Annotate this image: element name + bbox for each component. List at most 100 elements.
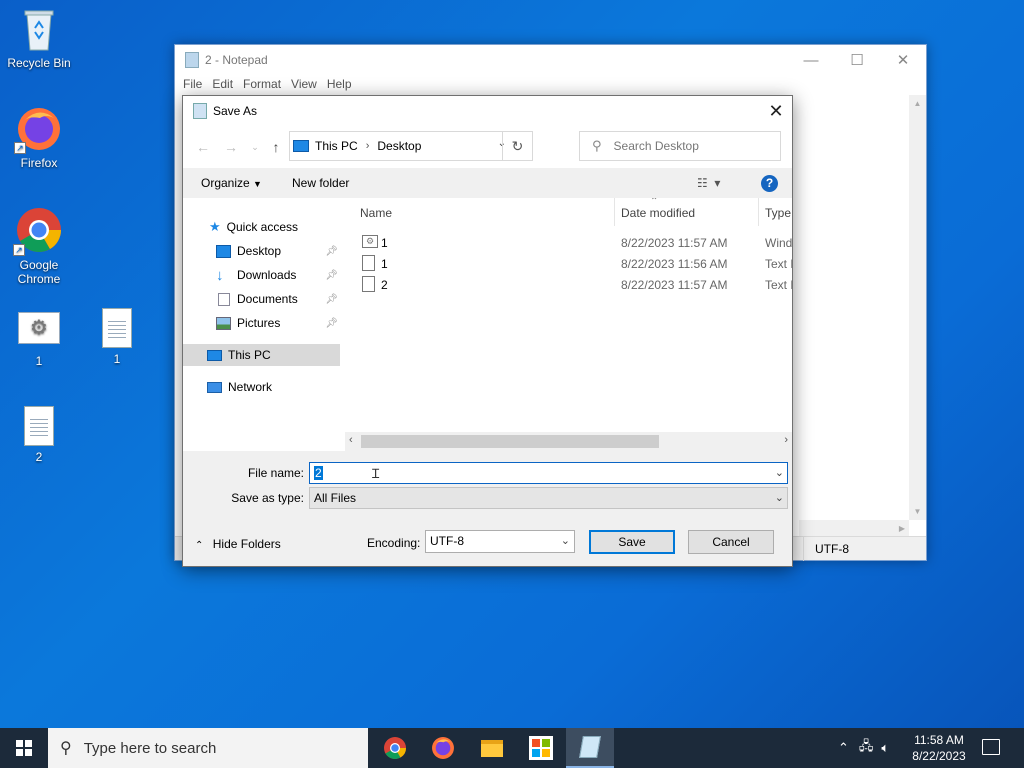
dialog-titlebar[interactable]: Save As xyxy=(183,96,792,126)
new-folder-button[interactable]: New folder xyxy=(292,176,349,190)
up-arrow-icon[interactable]: ↑ xyxy=(266,136,286,158)
menu-format[interactable]: Format xyxy=(241,75,289,95)
network-icon[interactable]: 🖧︎ xyxy=(859,737,874,759)
hide-folders-button[interactable]: ⌃ Hide Folders xyxy=(195,537,281,551)
dialog-command-bar: Organize ▼ New folder ☷ ▾ ? xyxy=(183,168,792,198)
chevron-down-icon[interactable]: ⌄ xyxy=(775,463,784,483)
help-icon[interactable]: ? xyxy=(761,175,778,192)
desktop-icon-file-2-text[interactable]: 2 xyxy=(4,406,74,464)
network-icon xyxy=(207,381,222,393)
nav-item-this-pc[interactable]: This PC xyxy=(183,344,340,366)
file-type: Text D xyxy=(765,257,792,271)
desktop-icon-file-1-config[interactable]: ⚙ 1 xyxy=(4,312,74,368)
forward-arrow-icon[interactable]: → xyxy=(221,136,241,158)
minimize-button[interactable]: — xyxy=(788,45,834,75)
nav-item-pictures[interactable]: Pictures 📌︎ xyxy=(183,312,340,334)
chevron-down-icon[interactable]: ⌄ xyxy=(561,531,570,552)
chevron-up-icon[interactable]: ⌃ xyxy=(838,740,849,756)
desktop-icon-file-1-text[interactable]: 1 xyxy=(82,308,152,366)
column-divider[interactable] xyxy=(614,198,615,226)
notifications-icon[interactable] xyxy=(982,739,1000,755)
file-name: 1 xyxy=(381,257,388,271)
pictures-folder-icon xyxy=(216,316,231,330)
file-name: 1 xyxy=(381,236,388,250)
desktop-icon-recycle-bin[interactable]: Recycle Bin xyxy=(4,8,74,70)
file-name-label: File name: xyxy=(247,466,304,480)
system-clock[interactable]: 11:58 AM 8/22/2023 xyxy=(906,732,972,764)
settings-file-icon: ⚙ xyxy=(362,235,378,248)
breadcrumb-separator-icon[interactable]: › xyxy=(366,140,370,152)
breadcrumb-desktop[interactable]: Desktop xyxy=(377,139,421,153)
column-header-date-modified[interactable]: Date modified xyxy=(621,206,695,220)
close-icon[interactable]: ✕ xyxy=(760,96,792,126)
breadcrumb-this-pc[interactable]: This PC xyxy=(315,139,358,153)
close-button[interactable]: ✕ xyxy=(880,45,926,75)
pin-icon[interactable]: 📌︎ xyxy=(325,294,338,305)
file-row[interactable]: 1 8/22/2023 11:56 AM Text D xyxy=(353,253,792,274)
desktop-icon-firefox[interactable]: ↗ Firefox xyxy=(4,106,74,170)
file-list-horizontal-scrollbar[interactable]: ‹ › xyxy=(345,432,792,451)
scroll-down-arrow-icon[interactable]: ▼ xyxy=(909,503,926,520)
column-header-name[interactable]: Name xyxy=(360,206,392,220)
scroll-up-arrow-icon[interactable]: ▲ xyxy=(909,95,926,112)
nav-label: Pictures xyxy=(237,316,281,330)
save-button[interactable]: Save xyxy=(589,530,675,554)
notepad-horizontal-scrollbar[interactable]: ▶ xyxy=(799,520,909,537)
file-name-input[interactable]: 2 Ɪ ⌄ xyxy=(309,462,788,484)
folder-icon xyxy=(481,739,503,757)
start-button[interactable] xyxy=(0,728,48,768)
save-as-type-select[interactable]: All Files ⌄ xyxy=(309,487,788,509)
taskbar-store[interactable] xyxy=(517,728,565,768)
menu-help[interactable]: Help xyxy=(325,75,360,95)
notepad-vertical-scrollbar[interactable]: ▲ ▼ xyxy=(909,95,926,520)
nav-item-network[interactable]: Network xyxy=(183,376,340,398)
file-date: 8/22/2023 11:56 AM xyxy=(621,257,728,271)
recent-locations-chevron-icon[interactable]: ⌄ xyxy=(245,136,265,158)
organize-button[interactable]: Organize ▼ xyxy=(201,176,262,190)
pin-icon[interactable]: 📌︎ xyxy=(325,318,338,329)
scroll-left-arrow-icon[interactable]: ‹ xyxy=(349,434,353,446)
search-input[interactable]: ⚲ Search Desktop xyxy=(579,131,781,161)
taskbar-search-box[interactable]: ⚲ Type here to search xyxy=(48,728,368,768)
search-placeholder: Search Desktop xyxy=(613,139,699,153)
pin-icon[interactable]: 📌︎ xyxy=(325,246,338,257)
refresh-icon[interactable]: ↻ xyxy=(502,132,532,160)
address-bar[interactable]: This PC › Desktop ⌄ ↻ xyxy=(289,131,533,161)
nav-item-documents[interactable]: Documents 📌︎ xyxy=(183,288,340,310)
nav-item-desktop[interactable]: Desktop 📌︎ xyxy=(183,240,340,262)
hide-folders-label: Hide Folders xyxy=(212,537,281,551)
cancel-button[interactable]: Cancel xyxy=(688,530,774,554)
taskbar-firefox[interactable] xyxy=(419,728,467,768)
organize-label: Organize xyxy=(201,176,250,190)
downloads-folder-icon: ↓ xyxy=(216,266,224,284)
taskbar-chrome[interactable] xyxy=(371,728,419,768)
desktop-icon-chrome[interactable]: ↗ Google Chrome xyxy=(4,206,74,286)
file-row[interactable]: 2 8/22/2023 11:57 AM Text D xyxy=(353,274,792,295)
column-divider[interactable] xyxy=(758,198,759,226)
nav-quick-access[interactable]: ★ Quick access xyxy=(183,216,340,238)
desktop-icon-label: 1 xyxy=(35,354,43,368)
nav-item-downloads[interactable]: ↓ Downloads 📌︎ xyxy=(183,264,340,286)
menu-view[interactable]: View xyxy=(289,75,325,95)
menu-file[interactable]: File xyxy=(181,75,210,95)
scrollbar-thumb[interactable] xyxy=(361,435,659,448)
file-name-value: 2 xyxy=(314,466,323,480)
recycle-bin-icon xyxy=(19,8,59,52)
file-row[interactable]: ⚙ 1 8/22/2023 11:57 AM Windo xyxy=(353,232,792,253)
nav-label: This PC xyxy=(228,348,271,362)
view-options-button[interactable]: ☷ ▾ xyxy=(697,176,720,190)
encoding-select[interactable]: UTF-8 ⌄ xyxy=(425,530,575,553)
pin-icon[interactable]: 📌︎ xyxy=(325,270,338,281)
chevron-down-icon[interactable]: ⌄ xyxy=(775,488,784,508)
save-as-dialog[interactable]: Save As ✕ ← → ⌄ ↑ This PC › Desktop ⌄ ↻ … xyxy=(182,95,793,567)
menu-edit[interactable]: Edit xyxy=(210,75,241,95)
volume-icon[interactable]: 🔈︎ xyxy=(881,740,889,756)
taskbar-file-explorer[interactable] xyxy=(468,728,516,768)
column-header-type[interactable]: Type xyxy=(765,206,791,220)
scroll-right-arrow-icon[interactable]: › xyxy=(784,434,788,446)
taskbar-notepad[interactable] xyxy=(566,728,614,768)
maximize-button[interactable]: ☐ xyxy=(834,45,880,75)
back-arrow-icon[interactable]: ← xyxy=(193,136,213,158)
this-pc-icon xyxy=(293,140,309,152)
desktop-icon-label: 1 xyxy=(113,352,121,366)
